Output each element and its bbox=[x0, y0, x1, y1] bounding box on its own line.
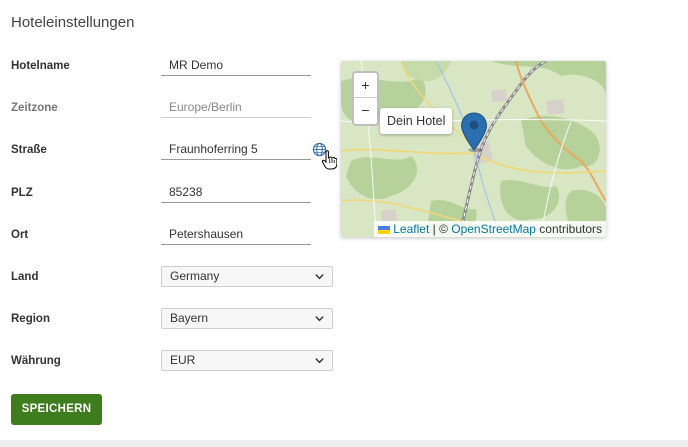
hotelname-field[interactable] bbox=[161, 54, 311, 76]
chevron-down-icon bbox=[315, 358, 324, 364]
zeitzone-field bbox=[161, 96, 311, 118]
hotelname-label: Hotelname bbox=[11, 60, 70, 72]
leaflet-link[interactable]: Leaflet bbox=[393, 222, 429, 236]
zoom-out-button[interactable]: − bbox=[354, 98, 377, 123]
chevron-down-icon bbox=[315, 274, 324, 280]
ort-field[interactable] bbox=[161, 223, 311, 245]
hotel-popup: Dein Hotel bbox=[380, 108, 453, 134]
ukraine-flag-icon bbox=[378, 225, 391, 234]
ort-input[interactable] bbox=[161, 223, 311, 244]
location-map[interactable]: + − Dein Hotel Leaflet | © OpenStreetMap… bbox=[341, 61, 606, 237]
zoom-in-button[interactable]: + bbox=[354, 73, 377, 98]
strasse-input[interactable] bbox=[161, 138, 311, 159]
zeitzone-input bbox=[161, 96, 311, 117]
save-button[interactable]: SPEICHERN bbox=[11, 394, 102, 425]
attribution-contributors: contributors bbox=[535, 222, 602, 236]
strasse-field[interactable] bbox=[161, 138, 311, 160]
zoom-control[interactable]: + − bbox=[352, 71, 379, 126]
zeitzone-label: Zeitzone bbox=[11, 102, 58, 114]
ort-label: Ort bbox=[11, 229, 29, 241]
openstreetmap-link[interactable]: OpenStreetMap bbox=[451, 222, 536, 236]
page-title: Hoteleinstellungen bbox=[11, 14, 135, 31]
footer-bar bbox=[0, 440, 688, 447]
map-marker-icon[interactable] bbox=[460, 112, 488, 152]
waehrung-select[interactable]: EUR bbox=[161, 350, 333, 371]
waehrung-label: Währung bbox=[11, 355, 61, 367]
attribution-separator: | © bbox=[429, 222, 452, 236]
chevron-down-icon bbox=[315, 316, 324, 322]
land-select-value: Germany bbox=[170, 269, 220, 283]
map-attribution: Leaflet | © OpenStreetMap contributors bbox=[374, 221, 606, 237]
region-select-value: Bayern bbox=[170, 311, 209, 325]
plz-input[interactable] bbox=[161, 181, 311, 202]
hotelname-input[interactable] bbox=[161, 54, 311, 75]
region-label: Region bbox=[11, 313, 50, 325]
strasse-label: Straße bbox=[11, 144, 47, 156]
plz-label: PLZ bbox=[11, 187, 33, 199]
region-select[interactable]: Bayern bbox=[161, 308, 333, 329]
hand-cursor-icon bbox=[321, 150, 337, 170]
land-select[interactable]: Germany bbox=[161, 266, 333, 287]
land-label: Land bbox=[11, 271, 39, 283]
waehrung-select-value: EUR bbox=[170, 353, 196, 367]
plz-field[interactable] bbox=[161, 181, 311, 203]
